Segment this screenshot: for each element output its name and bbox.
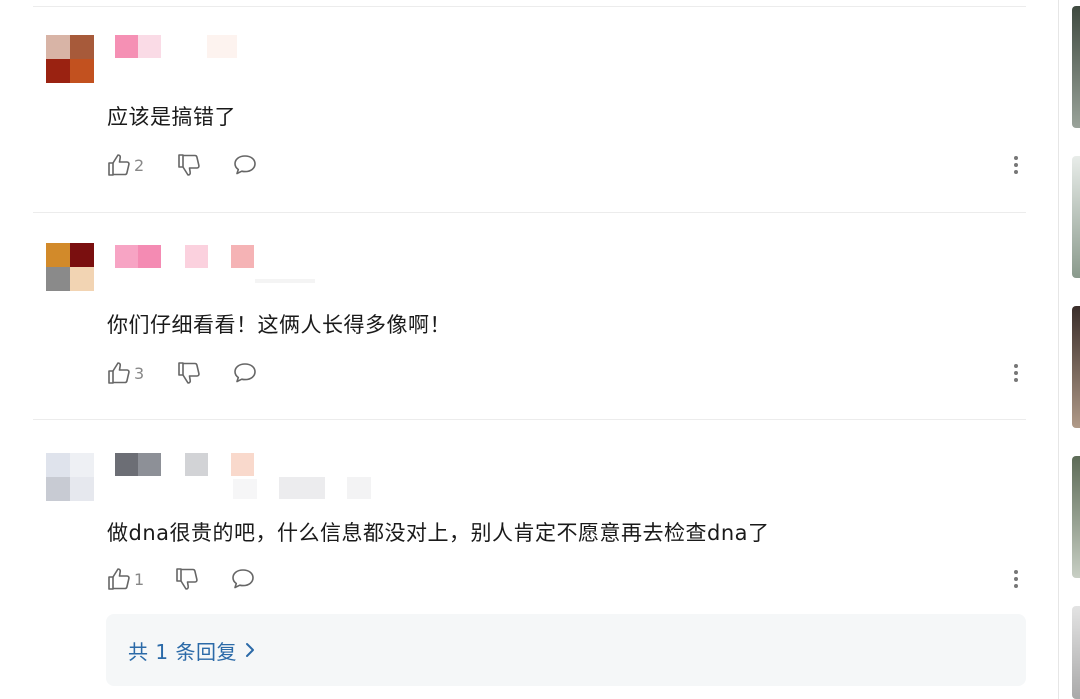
avatar-pixel bbox=[46, 59, 70, 83]
thumbs-up-icon bbox=[108, 568, 130, 590]
comment-actions: 3 bbox=[106, 359, 1026, 387]
speech-bubble-icon bbox=[234, 363, 256, 383]
more-vertical-icon[interactable] bbox=[1006, 359, 1026, 387]
dislike-button[interactable] bbox=[174, 565, 200, 593]
username-mosaic[interactable] bbox=[115, 243, 415, 291]
thumbs-down-icon bbox=[178, 154, 200, 176]
divider bbox=[33, 212, 1026, 213]
more-vertical-icon[interactable] bbox=[1006, 565, 1026, 593]
divider bbox=[33, 419, 1026, 420]
like-button[interactable]: 3 bbox=[106, 359, 144, 387]
comment-feed: 应该是搞错了 2 你们仔细看看！这俩人长得多像啊！ 3 做dna很贵的吧，什么信… bbox=[0, 0, 1058, 699]
like-count: 3 bbox=[134, 363, 145, 383]
avatar-pixel bbox=[46, 35, 70, 59]
avatar-pixel bbox=[70, 453, 94, 477]
dislike-button[interactable] bbox=[176, 151, 202, 179]
reply-button[interactable] bbox=[232, 151, 258, 179]
avatar-pixel bbox=[70, 243, 94, 267]
avatar-pixel bbox=[70, 59, 94, 83]
chevron-right-icon bbox=[245, 643, 254, 657]
comment-item: 应该是搞错了 2 bbox=[0, 35, 1058, 215]
speech-bubble-icon bbox=[234, 155, 256, 175]
reply-button[interactable] bbox=[232, 359, 258, 387]
thumbs-down-icon bbox=[178, 362, 200, 384]
username-mosaic[interactable] bbox=[115, 35, 415, 83]
reply-count-label: 共 1 条回复 bbox=[128, 639, 237, 664]
comment-item: 你们仔细看看！这俩人长得多像啊！ 3 bbox=[0, 243, 1058, 423]
avatar-pixel bbox=[46, 477, 70, 501]
comment-text: 你们仔细看看！这俩人长得多像啊！ bbox=[107, 313, 451, 337]
thumbnail-image[interactable] bbox=[1072, 306, 1080, 428]
avatar-pixel bbox=[46, 267, 70, 291]
thumbnail-image[interactable] bbox=[1072, 6, 1080, 128]
thumbnail-image[interactable] bbox=[1072, 156, 1080, 278]
thumbnail-image[interactable] bbox=[1072, 456, 1080, 578]
divider bbox=[33, 6, 1026, 7]
more-vertical-icon[interactable] bbox=[1006, 151, 1026, 179]
avatar[interactable] bbox=[46, 453, 94, 501]
avatar-pixel bbox=[70, 267, 94, 291]
divider bbox=[1058, 0, 1059, 699]
avatar[interactable] bbox=[46, 243, 94, 291]
comment-text: 应该是搞错了 bbox=[107, 105, 236, 129]
avatar-pixel bbox=[70, 35, 94, 59]
avatar[interactable] bbox=[46, 35, 94, 83]
avatar-pixel bbox=[46, 243, 70, 267]
speech-bubble-icon bbox=[232, 569, 254, 589]
view-replies-link[interactable]: 共 1 条回复 bbox=[128, 636, 255, 665]
username-mosaic[interactable] bbox=[115, 453, 415, 501]
like-count: 1 bbox=[134, 569, 145, 589]
thumbnail-image[interactable] bbox=[1072, 606, 1080, 699]
like-count: 2 bbox=[134, 155, 145, 175]
thumbs-up-icon bbox=[108, 154, 130, 176]
thumbs-up-icon bbox=[108, 362, 130, 384]
like-button[interactable]: 1 bbox=[106, 565, 144, 593]
reply-button[interactable] bbox=[230, 565, 256, 593]
comment-text: 做dna很贵的吧，什么信息都没对上，别人肯定不愿意再去检查dna了 bbox=[107, 521, 770, 545]
avatar-pixel bbox=[70, 477, 94, 501]
comment-actions: 1 bbox=[106, 565, 1026, 593]
comment-actions: 2 bbox=[106, 151, 1026, 179]
view-replies-button[interactable]: 共 1 条回复 bbox=[106, 614, 1026, 686]
related-thumbnails-strip bbox=[1058, 0, 1080, 699]
like-button[interactable]: 2 bbox=[106, 151, 144, 179]
avatar-pixel bbox=[46, 453, 70, 477]
dislike-button[interactable] bbox=[176, 359, 202, 387]
thumbs-down-icon bbox=[176, 568, 198, 590]
